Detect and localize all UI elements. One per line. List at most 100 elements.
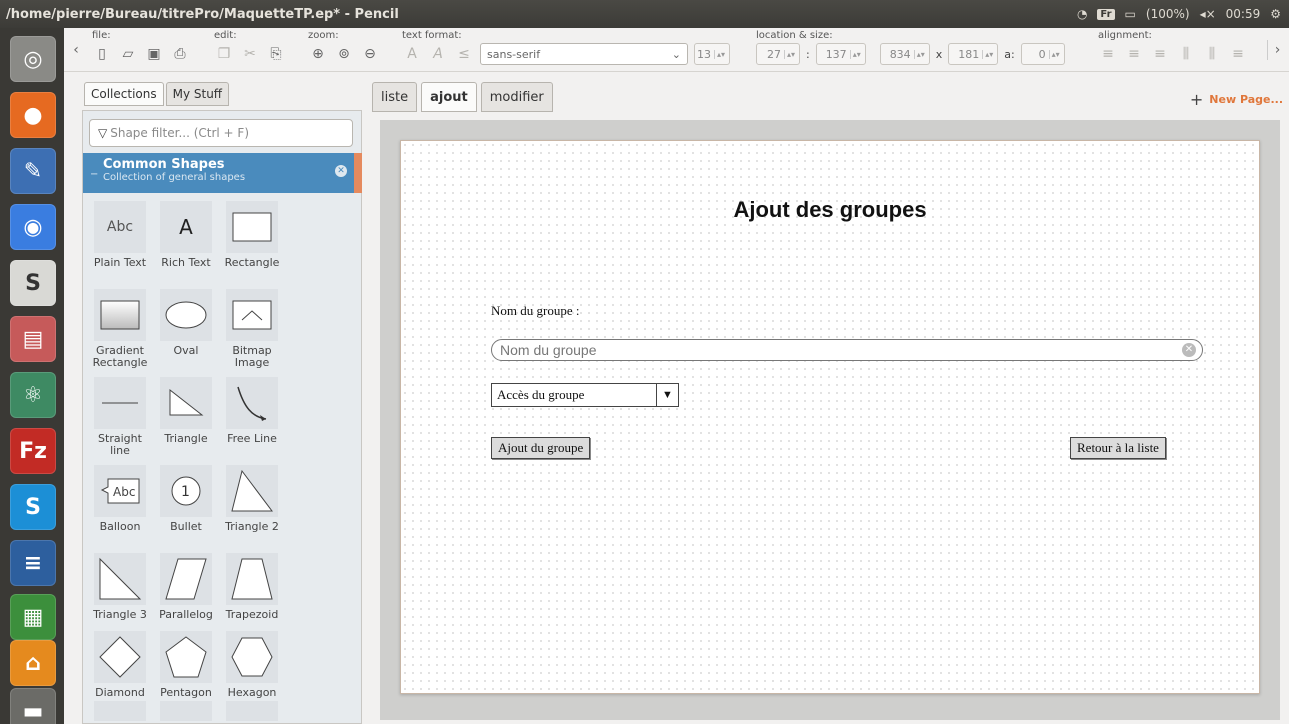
oval-icon xyxy=(160,289,212,341)
close-collection-icon[interactable]: ✕ xyxy=(335,165,347,177)
font-family-select[interactable]: sans-serif ⌄ xyxy=(480,43,688,65)
angle-stepper[interactable]: 0 ▴▾ xyxy=(1020,43,1065,65)
keyboard-layout[interactable]: Fr xyxy=(1097,8,1115,20)
align-top-icon[interactable]: ⫼ xyxy=(1176,44,1196,64)
align-left-icon[interactable]: ≡ xyxy=(1098,44,1118,64)
shape-gradient-rectangle[interactable]: Gradient Rectangle xyxy=(87,289,153,369)
slack-icon[interactable]: S xyxy=(10,260,56,306)
text-color-icon[interactable]: ≤ xyxy=(454,44,474,64)
mockup-back-button[interactable]: Retour à la liste xyxy=(1070,437,1166,459)
height-stepper[interactable]: 181 ▴▾ xyxy=(948,43,999,65)
y-position-stepper[interactable]: 137 ▴▾ xyxy=(815,43,866,65)
home-folder-icon[interactable]: ⌂ xyxy=(10,640,56,686)
shape-filter-input[interactable]: ▽ Shape filter... (Ctrl + F) xyxy=(89,119,353,147)
tab-collections[interactable]: Collections xyxy=(84,82,164,106)
bullet-glyph: 1 xyxy=(181,484,190,500)
open-folder-icon[interactable]: ▱ xyxy=(118,44,138,64)
rich-text-icon: A xyxy=(160,201,212,253)
zoom-in-icon[interactable]: ⊕ xyxy=(308,44,328,64)
font-size-stepper[interactable]: 13 ▴▾ xyxy=(694,43,730,65)
shape-triangle[interactable]: Triangle xyxy=(153,377,219,445)
spinner-arrows-icon: ▴▾ xyxy=(783,49,795,59)
new-page-label: New Page... xyxy=(1209,93,1283,106)
shape-parallelogram[interactable]: Parallelog xyxy=(153,553,219,621)
balloon-icon: Abc xyxy=(94,465,146,517)
collapse-icon[interactable]: − xyxy=(90,169,98,180)
shape-partial[interactable] xyxy=(87,701,153,724)
shape-hexagon[interactable]: Hexagon xyxy=(219,631,285,699)
width-stepper[interactable]: 834 ▴▾ xyxy=(879,43,930,65)
shape-triangle-3[interactable]: Triangle 3 xyxy=(87,553,153,621)
writer-icon[interactable]: ≡ xyxy=(10,540,56,586)
shape-straight-line[interactable]: Straight line xyxy=(87,377,153,457)
collection-header[interactable]: − Common Shapes Collection of general sh… xyxy=(83,153,362,193)
drawing-page[interactable]: Ajout des groupes Nom du groupe : Nom du… xyxy=(400,140,1260,694)
skype-icon[interactable]: S xyxy=(10,484,56,530)
paste-icon[interactable]: ⎘ xyxy=(266,44,286,64)
shape-plain-text[interactable]: Abc Plain Text xyxy=(87,201,153,269)
mockup-name-label[interactable]: Nom du groupe : xyxy=(491,303,579,319)
shape-oval[interactable]: Oval xyxy=(153,289,219,357)
mockup-name-input[interactable]: Nom du groupe ✕ xyxy=(491,339,1203,361)
align-middle-icon[interactable]: ⫼ xyxy=(1202,44,1222,64)
spinner-arrows-icon: ▴▾ xyxy=(713,49,725,59)
plain-text-icon: Abc xyxy=(94,201,146,253)
x-position-stepper[interactable]: 27 ▴▾ xyxy=(756,43,800,65)
atom-icon[interactable]: ⚛ xyxy=(10,372,56,418)
toolbar-scroll-left-icon[interactable]: ‹ xyxy=(66,40,86,60)
zoom-out-icon[interactable]: ⊖ xyxy=(360,44,380,64)
toolbar-scroll-right-icon[interactable]: › xyxy=(1267,40,1287,60)
shape-balloon[interactable]: Abc Balloon xyxy=(87,465,153,533)
save-icon[interactable]: ▣ xyxy=(144,44,164,64)
scanner-icon[interactable]: ▬ xyxy=(10,688,56,724)
filezilla-icon[interactable]: Fz xyxy=(10,428,56,474)
shape-triangle-2[interactable]: Triangle 2 xyxy=(219,465,285,533)
font-italic-icon[interactable]: A xyxy=(428,44,448,64)
window-titlebar: /home/pierre/Bureau/titrePro/MaquetteTP.… xyxy=(0,0,1289,28)
mockup-title[interactable]: Ajout des groupes xyxy=(401,197,1259,223)
battery-icon[interactable]: ▭ xyxy=(1125,7,1136,21)
shape-partial[interactable] xyxy=(219,701,285,724)
align-right-icon[interactable]: ≡ xyxy=(1150,44,1170,64)
shape-rich-text[interactable]: A Rich Text xyxy=(153,201,219,269)
shape-diamond[interactable]: Diamond xyxy=(87,631,153,699)
files-icon[interactable]: ▤ xyxy=(10,316,56,362)
align-center-icon[interactable]: ≡ xyxy=(1124,44,1144,64)
volume-icon[interactable]: ◂× xyxy=(1200,7,1216,21)
shape-rectangle[interactable]: Rectangle xyxy=(219,201,285,269)
wifi-icon[interactable]: ◔ xyxy=(1077,7,1087,21)
shape-partial[interactable] xyxy=(153,701,219,724)
align-bottom-icon[interactable]: ≡ xyxy=(1228,44,1248,64)
new-page-button[interactable]: + New Page... xyxy=(1190,90,1283,109)
copy-icon[interactable]: ❐ xyxy=(214,44,234,64)
cut-icon[interactable]: ✂ xyxy=(240,44,260,64)
power-icon[interactable]: ⚙ xyxy=(1270,7,1281,21)
zoom-fit-icon[interactable]: ⊚ xyxy=(334,44,354,64)
print-icon[interactable]: ⎙ xyxy=(170,44,190,64)
tab-liste[interactable]: liste xyxy=(372,82,418,112)
spinner-arrows-icon: ▴▾ xyxy=(849,49,861,59)
trapezoid-icon xyxy=(226,553,278,605)
shape-free-line[interactable]: Free Line xyxy=(219,377,285,445)
shape-pentagon[interactable]: Pentagon xyxy=(153,631,219,699)
dash-home-icon[interactable]: ◎ xyxy=(10,36,56,82)
pencil-app-icon[interactable]: ✎ xyxy=(10,148,56,194)
font-bold-icon[interactable]: A xyxy=(402,44,422,64)
clock[interactable]: 00:59 xyxy=(1226,7,1261,21)
shape-bitmap-image[interactable]: Bitmap Image xyxy=(219,289,285,369)
canvas-area[interactable]: Ajout des groupes Nom du groupe : Nom du… xyxy=(380,120,1280,720)
mockup-access-select[interactable]: Accès du groupe ▼ xyxy=(491,383,679,407)
tab-ajout[interactable]: ajout xyxy=(421,82,477,112)
tab-my-stuff[interactable]: My Stuff xyxy=(165,82,230,106)
shape-label: Bullet xyxy=(170,520,202,533)
collection-title: Common Shapes xyxy=(103,157,225,172)
shape-label: Plain Text xyxy=(93,256,147,269)
calc-icon[interactable]: ▦ xyxy=(10,594,56,640)
chrome-icon[interactable]: ◉ xyxy=(10,204,56,250)
shape-trapezoid[interactable]: Trapezoid xyxy=(219,553,285,621)
firefox-icon[interactable]: ● xyxy=(10,92,56,138)
tab-modifier[interactable]: modifier xyxy=(480,82,553,112)
new-document-icon[interactable]: ▯ xyxy=(92,44,112,64)
mockup-add-button[interactable]: Ajout du groupe xyxy=(491,437,591,459)
shape-bullet[interactable]: 1 Bullet xyxy=(153,465,219,533)
